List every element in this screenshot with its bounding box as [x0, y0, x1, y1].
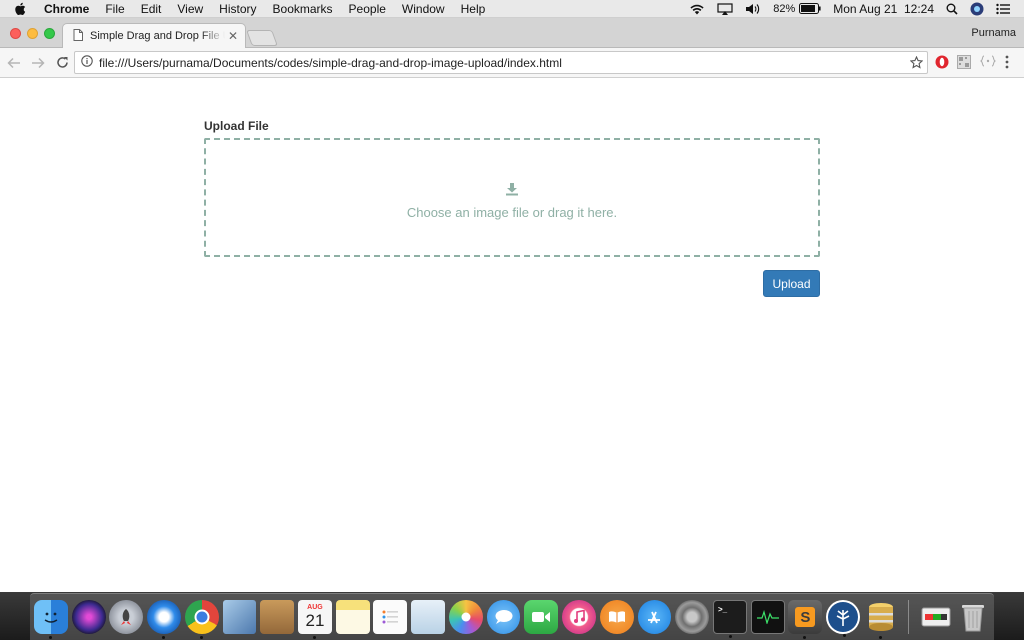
- macos-menubar: Chrome File Edit View History Bookmarks …: [0, 0, 1024, 18]
- dock-sequel-pro-icon[interactable]: [864, 600, 898, 639]
- dock-sourcetree-icon[interactable]: [826, 600, 860, 637]
- dock-activity-monitor-icon[interactable]: [750, 600, 785, 634]
- macos-dock-area: AUG 21 >_ S: [0, 592, 1024, 640]
- battery-percent: 82%: [773, 2, 796, 15]
- dock-itunes-icon[interactable]: [562, 600, 596, 634]
- site-info-icon[interactable]: [81, 54, 93, 72]
- profile-name[interactable]: Purnama: [971, 27, 1016, 39]
- close-window-button[interactable]: [10, 28, 21, 39]
- menu-people[interactable]: People: [349, 2, 386, 16]
- dock-preview-icon[interactable]: [411, 600, 446, 634]
- web-page: Upload File Choose an image file or drag…: [0, 79, 1024, 592]
- running-indicator: [878, 636, 882, 639]
- dock-separator: [907, 600, 909, 634]
- dock-messages-icon[interactable]: [486, 600, 521, 634]
- terminal-prompt-icon: >_: [717, 605, 728, 614]
- dock-chrome-icon[interactable]: [184, 600, 219, 639]
- running-indicator: [313, 636, 317, 639]
- spotlight-search-icon[interactable]: [946, 3, 958, 15]
- json-extension-icon[interactable]: [980, 55, 996, 67]
- address-bar[interactable]: [74, 51, 928, 74]
- forward-button[interactable]: [28, 57, 48, 69]
- page-favicon-icon: [73, 28, 83, 44]
- reload-button[interactable]: [52, 56, 72, 69]
- menu-file[interactable]: File: [105, 2, 124, 16]
- menu-window[interactable]: Window: [402, 2, 445, 16]
- dock-reminders-icon[interactable]: [373, 600, 408, 634]
- bookmark-star-icon[interactable]: [905, 56, 927, 69]
- dock-notes-icon[interactable]: [335, 600, 370, 634]
- menu-bookmarks[interactable]: Bookmarks: [273, 2, 333, 16]
- dock-downloads-stack-icon[interactable]: [919, 600, 953, 634]
- dock-launchpad-icon[interactable]: [109, 600, 144, 634]
- running-indicator: [803, 636, 807, 639]
- url-input[interactable]: [99, 52, 905, 73]
- running-indicator: [728, 635, 732, 638]
- menu-view[interactable]: View: [177, 2, 203, 16]
- dock-siri-icon[interactable]: [71, 600, 106, 634]
- dock-contacts-icon[interactable]: [260, 600, 295, 634]
- running-indicator: [162, 636, 166, 639]
- upload-file-label: Upload File: [204, 119, 269, 133]
- volume-icon[interactable]: [745, 3, 761, 15]
- dock-terminal-icon[interactable]: >_: [712, 600, 747, 638]
- dropzone-hint: Choose an image file or drag it here.: [406, 204, 618, 220]
- minimize-window-button[interactable]: [27, 28, 38, 39]
- dock-photos-icon[interactable]: [448, 600, 483, 634]
- menubar-status-area: 82% Mon Aug 21 12:24: [677, 0, 1010, 18]
- menu-history[interactable]: History: [219, 2, 256, 16]
- wifi-icon[interactable]: [689, 3, 705, 15]
- airplay-icon[interactable]: [717, 2, 733, 15]
- new-tab-button[interactable]: [246, 30, 278, 46]
- browser-toolbar: [0, 48, 1024, 78]
- calendar-day: 21: [305, 611, 325, 630]
- apple-menu-icon[interactable]: [14, 2, 30, 16]
- battery-icon[interactable]: [799, 3, 821, 14]
- dock-mail-preview-icon[interactable]: [222, 600, 257, 634]
- window-controls: [10, 28, 61, 39]
- menu-edit[interactable]: Edit: [141, 2, 162, 16]
- running-indicator: [199, 636, 203, 639]
- dock-sublime-text-icon[interactable]: S: [788, 600, 823, 639]
- file-dropzone[interactable]: Choose an image file or drag it here.: [204, 138, 820, 257]
- upload-button[interactable]: Upload: [763, 270, 820, 297]
- dock-facetime-icon[interactable]: [524, 600, 559, 634]
- macos-dock: AUG 21 >_ S: [30, 593, 994, 640]
- zoom-window-button[interactable]: [44, 28, 55, 39]
- back-button[interactable]: [4, 57, 24, 69]
- tab-active[interactable]: Simple Drag and Drop File Upload ✕: [62, 23, 246, 48]
- menu-help[interactable]: Help: [461, 2, 486, 16]
- clock[interactable]: Mon Aug 21 12:24: [833, 2, 934, 16]
- dock-ibooks-icon[interactable]: [599, 600, 634, 634]
- tab-close-icon[interactable]: ✕: [225, 29, 241, 43]
- user-avatar-icon[interactable]: [970, 2, 984, 16]
- notification-center-icon[interactable]: [996, 3, 1010, 15]
- running-indicator: [843, 634, 847, 637]
- running-indicator: [49, 636, 52, 639]
- chrome-menu-icon[interactable]: [1005, 55, 1009, 69]
- dock-calendar-icon[interactable]: AUG 21: [298, 600, 332, 639]
- opera-extension-icon[interactable]: [935, 55, 949, 69]
- menu-app-name[interactable]: Chrome: [44, 2, 89, 16]
- tab-title: Simple Drag and Drop File Upload: [90, 30, 225, 42]
- dock-safari-icon[interactable]: [147, 600, 181, 639]
- sublime-letter: S: [795, 607, 816, 627]
- dock-app-store-icon[interactable]: [637, 600, 672, 634]
- dock-trash-icon[interactable]: [956, 600, 990, 634]
- dock-system-preferences-icon[interactable]: [675, 600, 710, 634]
- download-icon: [505, 182, 519, 201]
- browser-tab-strip: Simple Drag and Drop File Upload ✕ Purna…: [0, 18, 1024, 48]
- qr-extension-icon[interactable]: [957, 55, 971, 69]
- dock-finder-icon[interactable]: [34, 600, 68, 639]
